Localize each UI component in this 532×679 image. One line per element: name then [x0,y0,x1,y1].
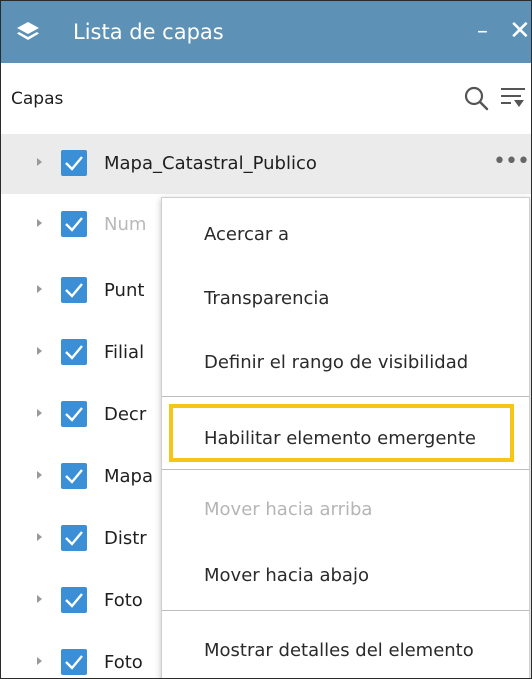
search-icon[interactable] [463,85,489,111]
menu-item-label: Mover hacia arriba [204,499,373,520]
menu-separator [162,610,529,611]
menu-item-label: Transparencia [204,288,330,309]
checkmark-icon [65,345,83,360]
checkmark-icon [65,531,83,546]
layer-checkbox[interactable] [61,463,87,489]
menu-item-visibility-range[interactable]: Definir el rango de visibilidad [162,332,529,394]
layer-row[interactable]: Mapa_Catastral_Publico ••• [1,134,531,194]
close-button[interactable]: ✕ [509,1,531,63]
checkmark-icon [65,593,83,608]
checkmark-icon [65,217,83,232]
checkmark-icon [65,407,83,422]
checkmark-icon [65,655,83,670]
filter-icon[interactable] [499,85,529,111]
layer-checkbox[interactable] [61,339,87,365]
expand-arrow-icon[interactable] [37,595,42,603]
layer-list-panel: Lista de capas – ✕ Capas Mapa_Catastral_… [0,0,532,679]
expand-arrow-icon[interactable] [37,285,42,293]
layer-label: Punt [104,280,145,301]
layer-checkbox[interactable] [61,649,87,675]
menu-item-transparency[interactable]: Transparencia [162,268,529,330]
layer-label: Foto [104,652,143,673]
highlight-box [169,404,514,462]
expand-arrow-icon[interactable] [37,471,42,479]
layer-label: Num [104,214,147,235]
menu-item-move-down[interactable]: Mover hacia abajo [162,545,529,607]
expand-arrow-icon[interactable] [37,533,42,541]
menu-item-show-details[interactable]: Mostrar detalles del elemento [162,620,529,678]
menu-item-zoom-to[interactable]: Acercar a [162,204,529,266]
layer-label: Filial [104,342,145,363]
layer-checkbox[interactable] [61,150,87,176]
panel-title: Lista de capas [73,20,224,44]
menu-item-label: Acercar a [204,224,290,245]
layer-label: Distr [104,528,147,549]
layer-checkbox[interactable] [61,525,87,551]
layer-checkbox[interactable] [61,277,87,303]
layer-checkbox[interactable] [61,211,87,237]
layer-label: Mapa [104,466,154,487]
layer-label: Decr [104,404,147,425]
layer-label: Foto [104,590,143,611]
layers-icon [17,22,39,40]
layer-label: Mapa_Catastral_Publico [104,153,317,174]
menu-item-move-up[interactable]: Mover hacia arriba [162,479,529,541]
expand-arrow-icon[interactable] [37,657,42,665]
menu-separator [162,396,529,397]
checkmark-icon [65,283,83,298]
menu-item-label: Mostrar detalles del elemento [204,640,474,661]
expand-arrow-icon[interactable] [37,347,42,355]
menu-separator [162,469,529,470]
minimize-button[interactable]: – [477,1,488,63]
checkmark-icon [65,469,83,484]
menu-item-label: Mover hacia abajo [204,565,369,586]
section-label: Capas [11,89,64,109]
menu-item-label: Definir el rango de visibilidad [204,352,469,373]
layer-checkbox[interactable] [61,587,87,613]
more-options-button[interactable]: ••• [493,134,530,194]
layer-checkbox[interactable] [61,401,87,427]
checkmark-icon [65,156,83,171]
expand-arrow-icon[interactable] [37,158,42,166]
expand-arrow-icon[interactable] [37,409,42,417]
expand-arrow-icon[interactable] [37,219,42,227]
title-bar: Lista de capas – ✕ [1,1,531,63]
